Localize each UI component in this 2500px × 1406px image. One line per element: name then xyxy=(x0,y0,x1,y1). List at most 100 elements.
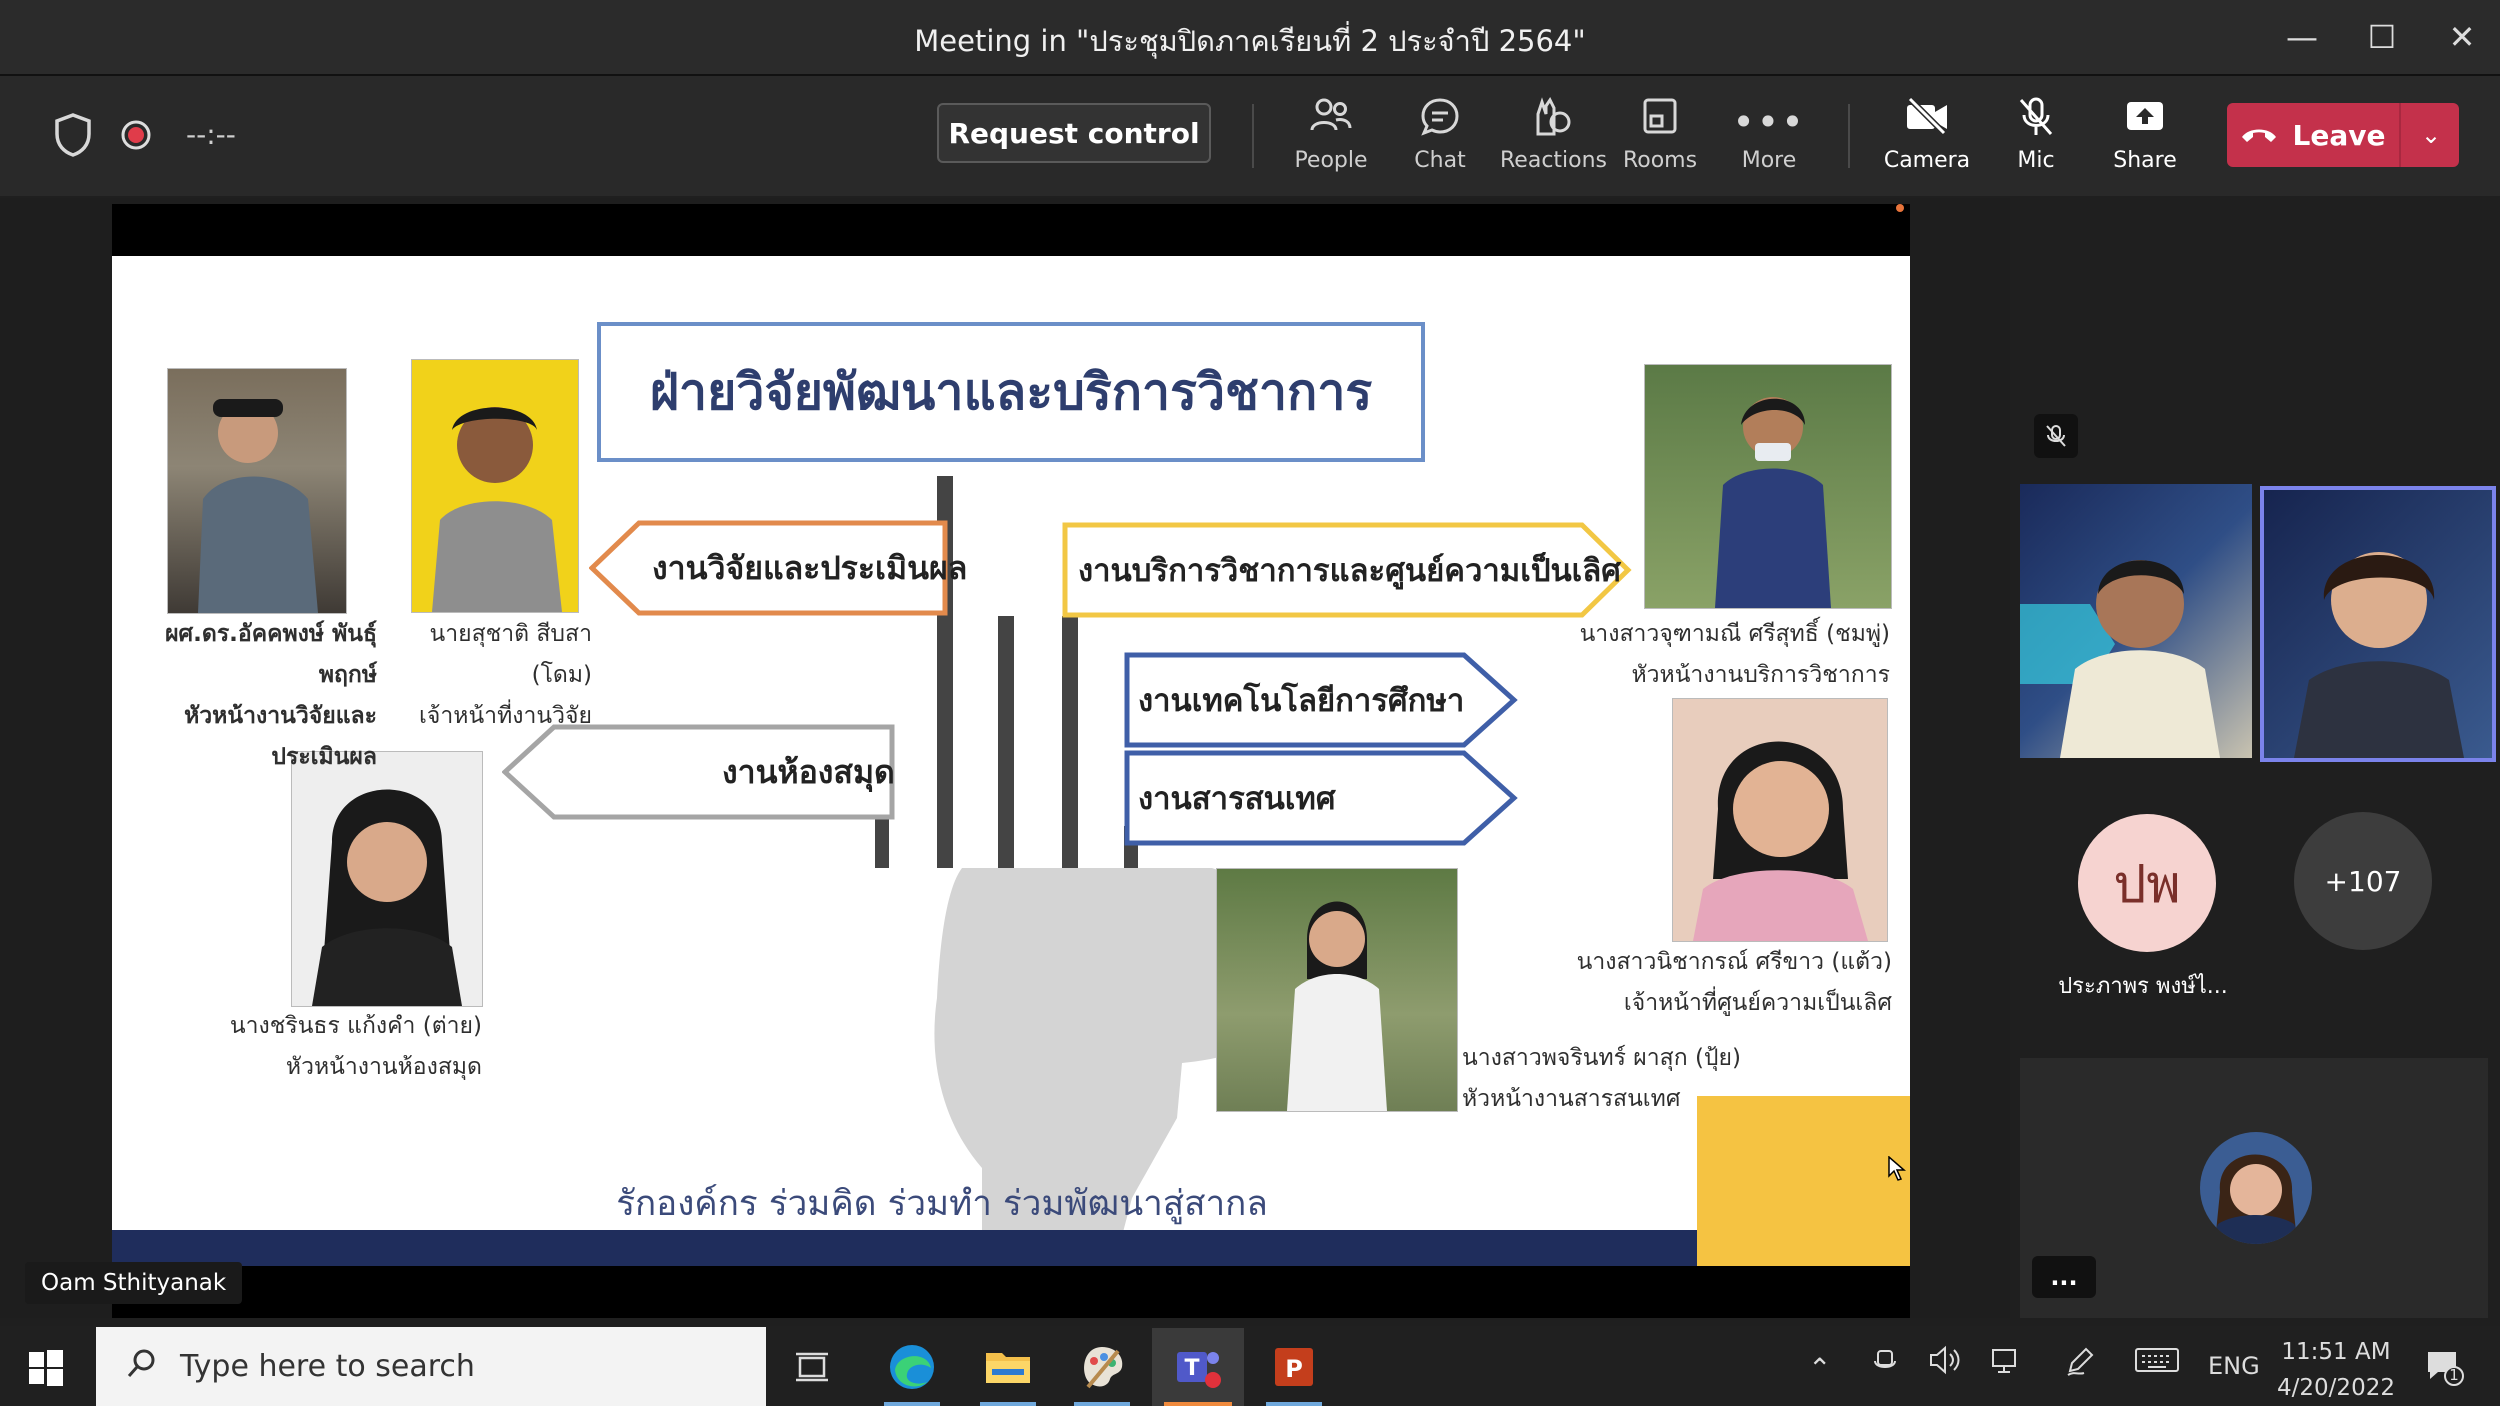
connector-bar xyxy=(1062,616,1078,868)
person-name: นายสุชาติ สีบสา (โดม) xyxy=(429,621,592,688)
person-name: นางสาวจุฑามณี ศรีสุทธิ์ (ชมพู่) xyxy=(1579,621,1890,647)
shield-icon[interactable] xyxy=(52,112,94,158)
people-button[interactable]: People xyxy=(1281,96,1381,173)
meet-now-icon[interactable] xyxy=(1870,1345,1900,1382)
request-control-button[interactable]: Request control xyxy=(937,103,1211,163)
mouse-cursor-icon xyxy=(1888,1155,1907,1186)
svg-text:T: T xyxy=(1184,1356,1199,1381)
person-role: หัวหน้างานวิจัยและ xyxy=(184,703,377,729)
active-app-indicator xyxy=(1074,1402,1130,1406)
participant-video-tile[interactable] xyxy=(2260,486,2496,762)
person-role: ประเมินผล xyxy=(271,744,377,770)
close-icon[interactable]: ✕ xyxy=(2424,0,2500,74)
academic-service-unit-label: งานบริการวิชาการและศูนย์ความเป็นเลิศ xyxy=(1078,553,1621,589)
slide-footer-bar xyxy=(112,1230,1697,1266)
windows-start-icon[interactable] xyxy=(28,1350,64,1390)
active-app-indicator xyxy=(884,1402,940,1406)
mic-off-icon xyxy=(1986,96,2086,148)
pointer-dot xyxy=(1896,204,1904,212)
person-photo xyxy=(411,359,579,613)
participant-avatar[interactable]: ปพ xyxy=(2078,814,2216,952)
pen-icon[interactable] xyxy=(2064,1345,2096,1384)
paint-icon[interactable] xyxy=(1056,1328,1148,1406)
clock-time: 11:51 AM xyxy=(2281,1339,2391,1365)
share-label: Share xyxy=(2113,148,2177,173)
show-hidden-icons-chevron-icon[interactable]: ⌃ xyxy=(1808,1352,1831,1385)
chat-button[interactable]: Chat xyxy=(1390,96,1490,173)
more-participants-button[interactable]: +107 xyxy=(2294,812,2432,950)
rooms-icon xyxy=(1610,96,1710,148)
edge-icon[interactable] xyxy=(866,1328,958,1406)
person-role: เจ้าหน้าที่ศูนย์ความเป็นเลิศ xyxy=(1623,990,1892,1016)
self-view-tile[interactable]: ... xyxy=(2020,1058,2488,1318)
system-clock[interactable]: 11:51 AM 4/20/2022 xyxy=(2270,1334,2402,1406)
search-icon xyxy=(126,1347,158,1387)
camera-off-icon xyxy=(1877,96,1977,148)
reactions-icon xyxy=(1500,96,1600,148)
more-button[interactable]: ••• More xyxy=(1719,96,1819,173)
rooms-button[interactable]: Rooms xyxy=(1610,96,1710,173)
person-photo xyxy=(1644,364,1892,609)
title-bar: Meeting in "ประชุมปิดภาคเรียนที่ 2 ประจำ… xyxy=(0,0,2500,76)
person-caption: นายสุชาติ สีบสา (โดม) เจ้าหน้าที่งานวิจั… xyxy=(392,614,592,737)
person-role: หัวหน้างานบริการวิชาการ xyxy=(1631,662,1890,688)
person-photo xyxy=(1672,698,1888,942)
reactions-button[interactable]: Reactions xyxy=(1500,96,1608,173)
edtech-unit-label: งานเทคโนโลยีการศึกษา xyxy=(1138,683,1465,719)
person-role: เจ้าหน้าที่งานวิจัย xyxy=(419,703,592,729)
participant-video-tile[interactable] xyxy=(2020,484,2252,758)
person-caption: นางสาวจุฑามณี ศรีสุทธิ์ (ชมพู่) หัวหน้าง… xyxy=(1542,614,1890,696)
slide-footer-slogan: รักองค์กร ร่วมคิด ร่วมทำ ร่วมพัฒนาสู่สาก… xyxy=(616,1184,1268,1224)
leave-button-group: Leave ⌄ xyxy=(2227,103,2459,167)
person-caption: นางชรินธร แก้งคำ (ต่าย) หัวหน้างานห้องสม… xyxy=(212,1006,482,1088)
network-icon[interactable] xyxy=(1990,1345,2024,1382)
person-name: นางสาวพจรินทร์ ผาสุก (ปุ้ย) xyxy=(1462,1045,1741,1071)
person-photo xyxy=(291,751,483,1007)
rooms-label: Rooms xyxy=(1622,148,1698,173)
record-icon xyxy=(120,119,152,151)
mic-button[interactable]: Mic xyxy=(1986,96,2086,173)
research-unit-label: งานวิจัยและประเมินผล xyxy=(652,548,968,587)
meeting-timer: --:-- xyxy=(186,118,236,151)
reactions-label: Reactions xyxy=(1500,148,1608,173)
person-role: หัวหน้างานห้องสมุด xyxy=(285,1054,482,1080)
svg-text:P: P xyxy=(1285,1355,1303,1383)
more-options-button[interactable]: ... xyxy=(2032,1256,2096,1298)
person-caption: นางสาวนิชากรณ์ ศรีขาว (แต้ว) เจ้าหน้าที่… xyxy=(1552,942,1892,1024)
presenter-name-label: Oam Sthityanak xyxy=(25,1262,243,1304)
self-avatar xyxy=(2200,1132,2312,1244)
active-app-indicator xyxy=(1266,1402,1322,1406)
volume-icon[interactable] xyxy=(1928,1345,1962,1382)
participant-name: ประภาพร พงษ์ไ... xyxy=(2058,974,2228,999)
camera-label: Camera xyxy=(1883,148,1971,173)
presentation-slide: ฝ่ายวิจัยพัฒนาและบริการวิชาการ งานวิจัยแ… xyxy=(112,256,1910,1266)
leave-label: Leave xyxy=(2292,118,2386,152)
file-explorer-icon[interactable] xyxy=(962,1328,1054,1406)
minimize-icon[interactable]: — xyxy=(2264,0,2340,74)
chat-label: Chat xyxy=(1414,148,1466,173)
taskbar-search-box[interactable]: Type here to search xyxy=(96,1327,766,1406)
share-button[interactable]: Share xyxy=(2095,96,2195,173)
people-icon xyxy=(1281,96,1381,148)
notification-icon[interactable]: 1 xyxy=(2424,1346,2464,1390)
slide-title: ฝ่ายวิจัยพัฒนาและบริการวิชาการ xyxy=(649,362,1373,421)
more-label: More xyxy=(1741,148,1797,173)
person-name: นางชรินธร แก้งคำ (ต่าย) xyxy=(229,1013,482,1039)
input-language[interactable]: ENG xyxy=(2208,1352,2260,1380)
window-title: Meeting in "ประชุมปิดภาคเรียนที่ 2 ประจำ… xyxy=(914,24,1586,58)
active-app-indicator xyxy=(980,1402,1036,1406)
clock-date: 4/20/2022 xyxy=(2277,1375,2395,1401)
keyboard-icon[interactable] xyxy=(2134,1345,2180,1382)
toolbar-divider xyxy=(1848,104,1850,168)
maximize-icon[interactable]: ☐ xyxy=(2344,0,2420,74)
teams-icon[interactable]: T xyxy=(1152,1328,1244,1406)
infosci-unit-label: งานสารสนเทศ xyxy=(1138,781,1336,817)
leave-options-chevron-icon[interactable]: ⌄ xyxy=(2399,103,2461,167)
person-caption: ผศ.ดร.อัคคพงษ์ พันธุ์พฤกษ์ หัวหน้างานวิจ… xyxy=(112,614,377,778)
task-view-icon[interactable] xyxy=(766,1328,858,1406)
powerpoint-icon[interactable]: P xyxy=(1248,1328,1340,1406)
camera-button[interactable]: Camera xyxy=(1877,96,1977,173)
mic-label: Mic xyxy=(2017,148,2055,173)
library-unit-label: งานห้องสมุด xyxy=(722,752,895,791)
leave-button[interactable]: Leave xyxy=(2227,103,2397,167)
